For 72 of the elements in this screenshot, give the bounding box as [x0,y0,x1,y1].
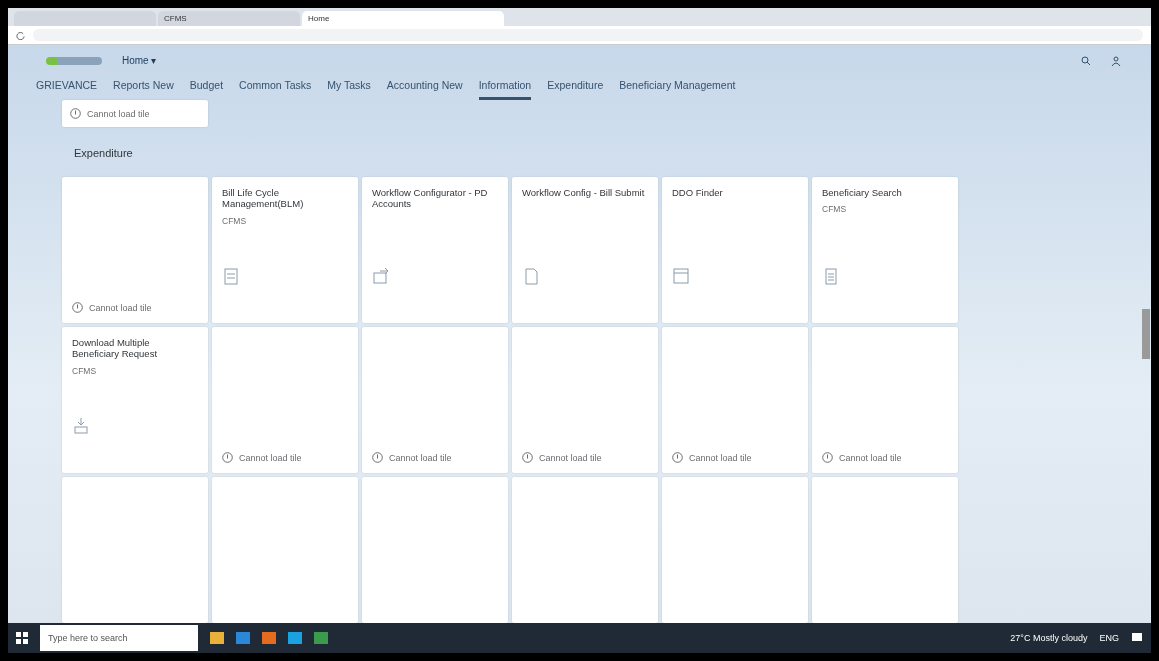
browser-tab[interactable]: Home [302,11,504,26]
tile[interactable]: Cannot load tile [212,327,358,473]
tile[interactable]: Cannot load tile [62,177,208,323]
error-text: Cannot load tile [87,108,150,119]
section-title: Expenditure [73,146,134,161]
tile[interactable] [812,477,958,623]
tile[interactable]: Cannot load tile [812,327,958,473]
arrow-box-icon [372,267,390,285]
weather-text[interactable]: 27°C Mostly cloudy [1010,633,1088,643]
tile-title: Download Multiple Beneficiary Request [72,337,159,360]
error-text: Cannot load tile [239,452,302,463]
user-icon[interactable] [1111,55,1121,66]
tile[interactable] [62,477,208,623]
browser-tab[interactable]: CFMS [158,11,300,26]
form-icon [222,267,240,285]
taskbar-search[interactable]: Type here to search [40,625,198,651]
app-tile[interactable]: Workflow Config - Bill Submit [512,177,658,323]
tile[interactable] [362,477,508,623]
tile[interactable]: Cannot load tile [512,327,658,473]
app-tile[interactable]: Workflow Configurator - PD Accounts [362,177,508,323]
list-icon [822,267,840,285]
tile-subtitle: CFMS [822,204,848,215]
error-icon [70,108,81,119]
nav-tab[interactable]: Expenditure [547,72,604,100]
error-icon [522,452,533,463]
error-icon [822,452,833,463]
nav-tab[interactable]: Common Tasks [239,72,312,100]
language-indicator[interactable]: ENG [1099,633,1119,643]
app-tile[interactable]: DDO Finder [662,177,808,323]
logo[interactable] [46,56,102,65]
window-icon [672,267,690,285]
tile-title: Beneficiary Search [822,187,903,199]
error-icon [372,452,383,463]
tile[interactable] [212,477,358,623]
error-text: Cannot load tile [89,302,152,313]
error-icon [672,452,683,463]
error-text: Cannot load tile [689,452,752,463]
app-tile[interactable]: Bill Life Cycle Management(BLM) CFMS [212,177,358,323]
tile[interactable]: Cannot load tile [362,327,508,473]
nav-tab[interactable]: Beneficiary Management [619,72,736,100]
home-menu[interactable]: Home ▾ [122,55,157,67]
reload-icon[interactable] [16,30,25,40]
nav-tab[interactable]: GRIEVANCE [36,72,98,100]
error-icon [72,302,83,313]
windows-icon[interactable] [16,632,28,644]
tile[interactable] [512,477,658,623]
error-text: Cannot load tile [389,452,452,463]
tile-subtitle: CFMS [72,365,98,376]
tile[interactable]: Cannot load tile [62,99,208,127]
error-text: Cannot load tile [839,452,902,463]
tile-title: Workflow Configurator - PD Accounts [372,187,489,210]
notification-icon[interactable] [1131,632,1143,644]
tile-title: Bill Life Cycle Management(BLM) [222,187,305,210]
download-icon [72,417,90,435]
document-icon [522,267,540,285]
nav-tab[interactable]: Reports New [113,72,174,100]
app-icon[interactable] [314,632,328,644]
app-tile[interactable]: Download Multiple Beneficiary Request CFMS [62,327,208,473]
error-icon [222,452,233,463]
scrollbar-thumb[interactable] [1142,309,1150,359]
search-icon[interactable] [1081,55,1091,66]
app-tile[interactable]: Beneficiary Search CFMS [812,177,958,323]
nav-tab[interactable]: My Tasks [327,72,371,100]
tile-title: DDO Finder [672,187,724,199]
nav-tab[interactable]: Information [478,72,532,100]
nav-tab[interactable]: Budget [189,72,224,100]
tile[interactable] [662,477,808,623]
tile-subtitle: CFMS [222,215,248,226]
tile[interactable]: Cannot load tile [662,327,808,473]
error-text: Cannot load tile [539,452,602,463]
nav-tab[interactable]: Accounting New [386,72,463,100]
tile-title: Workflow Config - Bill Submit [522,187,646,199]
